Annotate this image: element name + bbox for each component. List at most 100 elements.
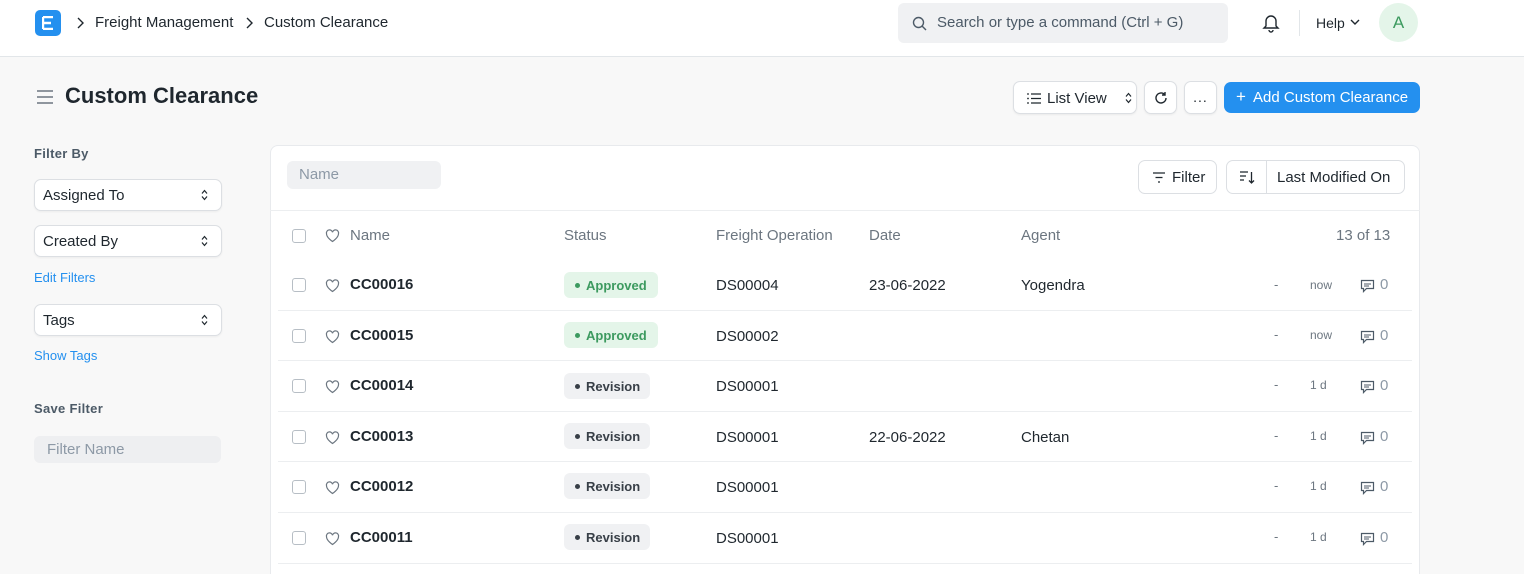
list-icon: [1027, 93, 1041, 104]
filter-icon: [1153, 172, 1165, 183]
chevron-right-icon: [246, 17, 253, 29]
bell-icon[interactable]: [1262, 13, 1280, 33]
status-badge: Revision: [564, 524, 650, 550]
row-checkbox[interactable]: [292, 379, 306, 393]
created-by-select[interactable]: Created By: [34, 225, 222, 257]
app-logo-icon[interactable]: [35, 10, 61, 36]
heart-icon[interactable]: [325, 229, 340, 243]
status-badge: Revision: [564, 423, 650, 449]
comment-icon[interactable]: [1360, 431, 1375, 445]
assigned-placeholder: -: [1274, 529, 1279, 544]
comment-icon[interactable]: [1360, 279, 1375, 293]
sort-direction-button[interactable]: [1227, 161, 1267, 193]
chevron-down-icon[interactable]: [1350, 19, 1360, 26]
row-checkbox[interactable]: [292, 480, 306, 494]
chevron-right-icon: [77, 17, 84, 29]
assigned-to-select[interactable]: Assigned To: [34, 179, 222, 211]
column-header-date: Date: [869, 227, 901, 244]
save-filter-heading: Save Filter: [34, 401, 104, 416]
status-text: Revision: [586, 530, 641, 545]
row-name-link[interactable]: CC00015: [350, 327, 413, 344]
select-all-checkbox[interactable]: [292, 229, 306, 243]
comment-count: 0: [1380, 327, 1389, 344]
row-name-link[interactable]: CC00012: [350, 478, 413, 495]
row-name-link[interactable]: CC00016: [350, 276, 413, 293]
status-badge: Revision: [564, 473, 650, 499]
refresh-button[interactable]: [1144, 81, 1177, 114]
more-actions-button[interactable]: ...: [1184, 81, 1217, 114]
heart-icon[interactable]: [325, 330, 340, 344]
sidebar-toggle-icon[interactable]: [36, 90, 54, 104]
list-view-selector[interactable]: List View: [1013, 81, 1137, 114]
modified-time: 1 d: [1310, 378, 1327, 392]
row-name-link[interactable]: CC00014: [350, 377, 413, 394]
status-dot: [575, 333, 580, 338]
help-menu[interactable]: Help: [1316, 15, 1345, 31]
row-name-link[interactable]: CC00011: [350, 529, 413, 546]
name-filter-input[interactable]: Name: [287, 161, 441, 189]
comment-count: 0: [1380, 529, 1389, 546]
filter-name-input[interactable]: Filter Name: [34, 436, 221, 463]
column-header-freight-operation: Freight Operation: [716, 227, 833, 244]
assigned-placeholder: -: [1274, 327, 1279, 342]
plus-icon: +: [1236, 87, 1246, 106]
select-arrows-icon: [201, 314, 208, 326]
agent-cell: Yogendra: [1021, 277, 1085, 294]
heart-icon[interactable]: [325, 431, 340, 445]
add-custom-clearance-button[interactable]: + Add Custom Clearance: [1224, 82, 1420, 113]
comment-count: 0: [1380, 276, 1389, 293]
show-tags-link[interactable]: Show Tags: [34, 348, 97, 363]
record-count: 13 of 13: [1336, 227, 1391, 244]
avatar[interactable]: A: [1379, 3, 1418, 42]
filter-by-heading: Filter By: [34, 146, 89, 161]
comment-icon[interactable]: [1360, 380, 1375, 394]
status-badge: Revision: [564, 373, 650, 399]
column-header-name[interactable]: Name: [350, 227, 390, 244]
row-divider: [278, 360, 1412, 361]
row-name-link[interactable]: CC00013: [350, 428, 413, 445]
row-checkbox[interactable]: [292, 278, 306, 292]
tags-select[interactable]: Tags: [34, 304, 222, 336]
row-divider: [278, 563, 1412, 564]
assigned-placeholder: -: [1274, 377, 1279, 392]
status-badge: Approved: [564, 322, 658, 348]
search-placeholder: Search or type a command (Ctrl + G): [937, 14, 1184, 31]
comment-icon[interactable]: [1360, 481, 1375, 495]
row-checkbox[interactable]: [292, 430, 306, 444]
list-view-label: List View: [1047, 90, 1107, 107]
status-text: Revision: [586, 479, 641, 494]
filter-button[interactable]: Filter: [1138, 160, 1217, 194]
row-divider: [278, 411, 1412, 412]
row-checkbox[interactable]: [292, 531, 306, 545]
comment-icon[interactable]: [1360, 532, 1375, 546]
freight-operation-cell: DS00001: [716, 378, 779, 395]
row-divider: [278, 512, 1412, 513]
row-checkbox[interactable]: [292, 329, 306, 343]
status-text: Approved: [586, 278, 647, 293]
breadcrumb-custom-clearance[interactable]: Custom Clearance: [264, 14, 388, 31]
freight-operation-cell: DS00002: [716, 328, 779, 345]
agent-cell: Chetan: [1021, 429, 1070, 446]
row-divider: [278, 461, 1412, 462]
divider: [270, 210, 1420, 211]
edit-filters-link[interactable]: Edit Filters: [34, 270, 95, 285]
column-header-agent: Agent: [1021, 227, 1061, 244]
breadcrumb-freight-management[interactable]: Freight Management: [95, 14, 233, 31]
freight-operation-cell: DS00001: [716, 479, 779, 496]
search-icon: [912, 16, 927, 31]
sort-by-field[interactable]: Last Modified On: [1277, 169, 1390, 186]
comment-icon[interactable]: [1360, 330, 1375, 344]
assigned-to-label: Assigned To: [43, 187, 125, 204]
refresh-icon: [1155, 92, 1167, 104]
select-arrows-icon: [201, 189, 208, 201]
modified-time: 1 d: [1310, 479, 1327, 493]
heart-icon[interactable]: [325, 380, 340, 394]
heart-icon[interactable]: [325, 481, 340, 495]
heart-icon[interactable]: [325, 279, 340, 293]
page-title: Custom Clearance: [65, 83, 259, 108]
freight-operation-cell: DS00001: [716, 429, 779, 446]
modified-time: now: [1310, 278, 1333, 292]
search-bar[interactable]: Search or type a command (Ctrl + G): [898, 3, 1228, 43]
filter-name-placeholder: Filter Name: [47, 441, 125, 458]
heart-icon[interactable]: [325, 532, 340, 546]
